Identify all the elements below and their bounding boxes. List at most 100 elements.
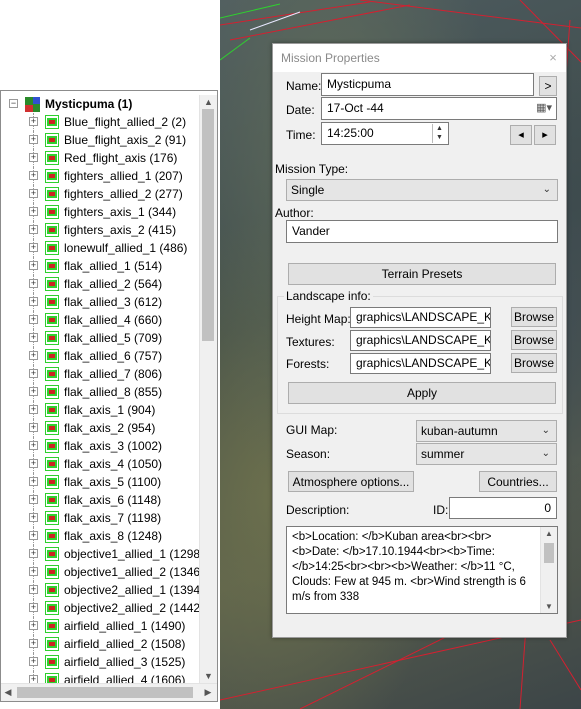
tree-item[interactable]: + flak_axis_5 (1100) bbox=[1, 473, 200, 491]
expand-icon[interactable]: + bbox=[29, 531, 38, 540]
expand-icon[interactable]: + bbox=[29, 117, 38, 126]
time-next-button[interactable]: ▸ bbox=[534, 125, 556, 145]
forests-browse-button[interactable]: Browse bbox=[511, 353, 557, 373]
dialog-title-bar[interactable]: Mission Properties × bbox=[273, 44, 566, 72]
tree-item[interactable]: + airfield_allied_2 (1508) bbox=[1, 635, 200, 653]
close-icon[interactable]: × bbox=[540, 44, 566, 72]
scroll-right-icon[interactable]: ▶ bbox=[201, 684, 215, 701]
date-field[interactable]: 17-Oct -44 ▦▾ bbox=[321, 97, 557, 120]
textures-field[interactable]: graphics\LANDSCAPE_Kuban bbox=[350, 330, 491, 351]
mission-tree[interactable]: − Mysticpuma (1) + Blue_flight_allied_2 (… bbox=[1, 95, 200, 683]
tree-horizontal-scrollbar[interactable]: ◀ ▶ bbox=[1, 683, 217, 701]
expand-icon[interactable]: + bbox=[29, 333, 38, 342]
name-arrow-button[interactable]: > bbox=[539, 76, 557, 96]
tree-item[interactable]: + objective1_allied_1 (1298) bbox=[1, 545, 200, 563]
expand-icon[interactable]: + bbox=[29, 369, 38, 378]
scroll-up-icon[interactable]: ▲ bbox=[541, 527, 557, 540]
description-scrollbar[interactable]: ▲ ▼ bbox=[540, 527, 557, 613]
tree-item[interactable]: + flak_axis_1 (904) bbox=[1, 401, 200, 419]
tree-item[interactable]: + objective2_allied_2 (1442) bbox=[1, 599, 200, 617]
apply-button[interactable]: Apply bbox=[288, 382, 556, 404]
expand-icon[interactable]: + bbox=[29, 279, 38, 288]
time-prev-button[interactable]: ◂ bbox=[510, 125, 532, 145]
tree-item[interactable]: + flak_allied_3 (612) bbox=[1, 293, 200, 311]
expand-icon[interactable]: + bbox=[29, 459, 38, 468]
atmosphere-options-button[interactable]: Atmosphere options... bbox=[288, 471, 414, 492]
description-textarea[interactable]: <b>Location: </b>Kuban area<br><br><b>Da… bbox=[286, 526, 558, 614]
expand-icon[interactable]: + bbox=[29, 261, 38, 270]
terrain-presets-button[interactable]: Terrain Presets bbox=[288, 263, 556, 285]
textures-browse-button[interactable]: Browse bbox=[511, 330, 557, 350]
author-field[interactable]: Vander bbox=[286, 220, 558, 243]
expand-icon[interactable]: + bbox=[29, 603, 38, 612]
tree-item[interactable]: + flak_allied_7 (806) bbox=[1, 365, 200, 383]
expand-icon[interactable]: + bbox=[29, 243, 38, 252]
tree-item[interactable]: + fighters_axis_2 (415) bbox=[1, 221, 200, 239]
season-select[interactable]: summer ⌄ bbox=[416, 443, 557, 465]
tree-root[interactable]: − Mysticpuma (1) bbox=[1, 95, 200, 113]
expand-icon[interactable]: + bbox=[29, 297, 38, 306]
tree-item[interactable]: + Blue_flight_allied_2 (2) bbox=[1, 113, 200, 131]
tree-item[interactable]: + fighters_allied_1 (207) bbox=[1, 167, 200, 185]
expand-icon[interactable]: + bbox=[29, 675, 38, 683]
time-field[interactable]: 14:25:00 ▲ ▼ bbox=[321, 122, 449, 145]
scroll-left-icon[interactable]: ◀ bbox=[1, 684, 15, 701]
expand-icon[interactable]: + bbox=[29, 621, 38, 630]
expand-icon[interactable]: + bbox=[29, 639, 38, 648]
tree-item[interactable]: + flak_allied_8 (855) bbox=[1, 383, 200, 401]
tree-item[interactable]: + flak_axis_8 (1248) bbox=[1, 527, 200, 545]
tree-item[interactable]: + fighters_axis_1 (344) bbox=[1, 203, 200, 221]
tree-item[interactable]: + flak_axis_7 (1198) bbox=[1, 509, 200, 527]
tree-item[interactable]: + airfield_allied_1 (1490) bbox=[1, 617, 200, 635]
scroll-thumb-horizontal[interactable] bbox=[17, 687, 193, 698]
tree-item[interactable]: + Red_flight_axis (176) bbox=[1, 149, 200, 167]
expand-icon[interactable]: + bbox=[29, 477, 38, 486]
expand-icon[interactable]: + bbox=[29, 351, 38, 360]
scroll-thumb[interactable] bbox=[544, 543, 554, 563]
expand-icon[interactable]: + bbox=[29, 513, 38, 522]
tree-item[interactable]: + flak_axis_3 (1002) bbox=[1, 437, 200, 455]
tree-item[interactable]: + airfield_allied_4 (1606) bbox=[1, 671, 200, 683]
scroll-down-icon[interactable]: ▼ bbox=[200, 669, 217, 683]
tree-item[interactable]: + Blue_flight_axis_2 (91) bbox=[1, 131, 200, 149]
height-map-browse-button[interactable]: Browse bbox=[511, 307, 557, 327]
collapse-icon[interactable]: − bbox=[9, 99, 18, 108]
expand-icon[interactable]: + bbox=[29, 549, 38, 558]
tree-item[interactable]: + flak_allied_6 (757) bbox=[1, 347, 200, 365]
calendar-icon[interactable]: ▦▾ bbox=[536, 100, 552, 116]
expand-icon[interactable]: + bbox=[29, 495, 38, 504]
height-map-field[interactable]: graphics\LANDSCAPE_Kuban bbox=[350, 307, 491, 328]
scroll-thumb[interactable] bbox=[202, 109, 214, 341]
name-field[interactable]: Mysticpuma bbox=[321, 73, 534, 96]
tree-item[interactable]: + flak_allied_2 (564) bbox=[1, 275, 200, 293]
scroll-down-icon[interactable]: ▼ bbox=[541, 600, 557, 613]
countries-button[interactable]: Countries... bbox=[479, 471, 557, 492]
expand-icon[interactable]: + bbox=[29, 423, 38, 432]
expand-icon[interactable]: + bbox=[29, 657, 38, 666]
tree-item[interactable]: + flak_axis_2 (954) bbox=[1, 419, 200, 437]
time-spinner-icon[interactable]: ▲ ▼ bbox=[432, 124, 446, 143]
id-field[interactable]: 0 bbox=[449, 497, 557, 519]
tree-item[interactable]: + flak_allied_5 (709) bbox=[1, 329, 200, 347]
tree-item[interactable]: + flak_allied_4 (660) bbox=[1, 311, 200, 329]
expand-icon[interactable]: + bbox=[29, 153, 38, 162]
tree-item[interactable]: + objective2_allied_1 (1394) bbox=[1, 581, 200, 599]
tree-item[interactable]: + fighters_allied_2 (277) bbox=[1, 185, 200, 203]
expand-icon[interactable]: + bbox=[29, 441, 38, 450]
scroll-up-icon[interactable]: ▲ bbox=[200, 95, 217, 109]
tree-item[interactable]: + flak_allied_1 (514) bbox=[1, 257, 200, 275]
expand-icon[interactable]: + bbox=[29, 207, 38, 216]
expand-icon[interactable]: + bbox=[29, 405, 38, 414]
mission-type-select[interactable]: Single ⌄ bbox=[286, 179, 558, 201]
tree-item[interactable]: + flak_axis_4 (1050) bbox=[1, 455, 200, 473]
expand-icon[interactable]: + bbox=[29, 189, 38, 198]
expand-icon[interactable]: + bbox=[29, 315, 38, 324]
gui-map-select[interactable]: kuban-autumn ⌄ bbox=[416, 420, 557, 442]
expand-icon[interactable]: + bbox=[29, 171, 38, 180]
expand-icon[interactable]: + bbox=[29, 225, 38, 234]
tree-item[interactable]: + objective1_allied_2 (1346) bbox=[1, 563, 200, 581]
expand-icon[interactable]: + bbox=[29, 585, 38, 594]
expand-icon[interactable]: + bbox=[29, 387, 38, 396]
tree-item[interactable]: + lonewulf_allied_1 (486) bbox=[1, 239, 200, 257]
tree-vertical-scrollbar[interactable]: ▲ ▼ bbox=[199, 95, 217, 683]
